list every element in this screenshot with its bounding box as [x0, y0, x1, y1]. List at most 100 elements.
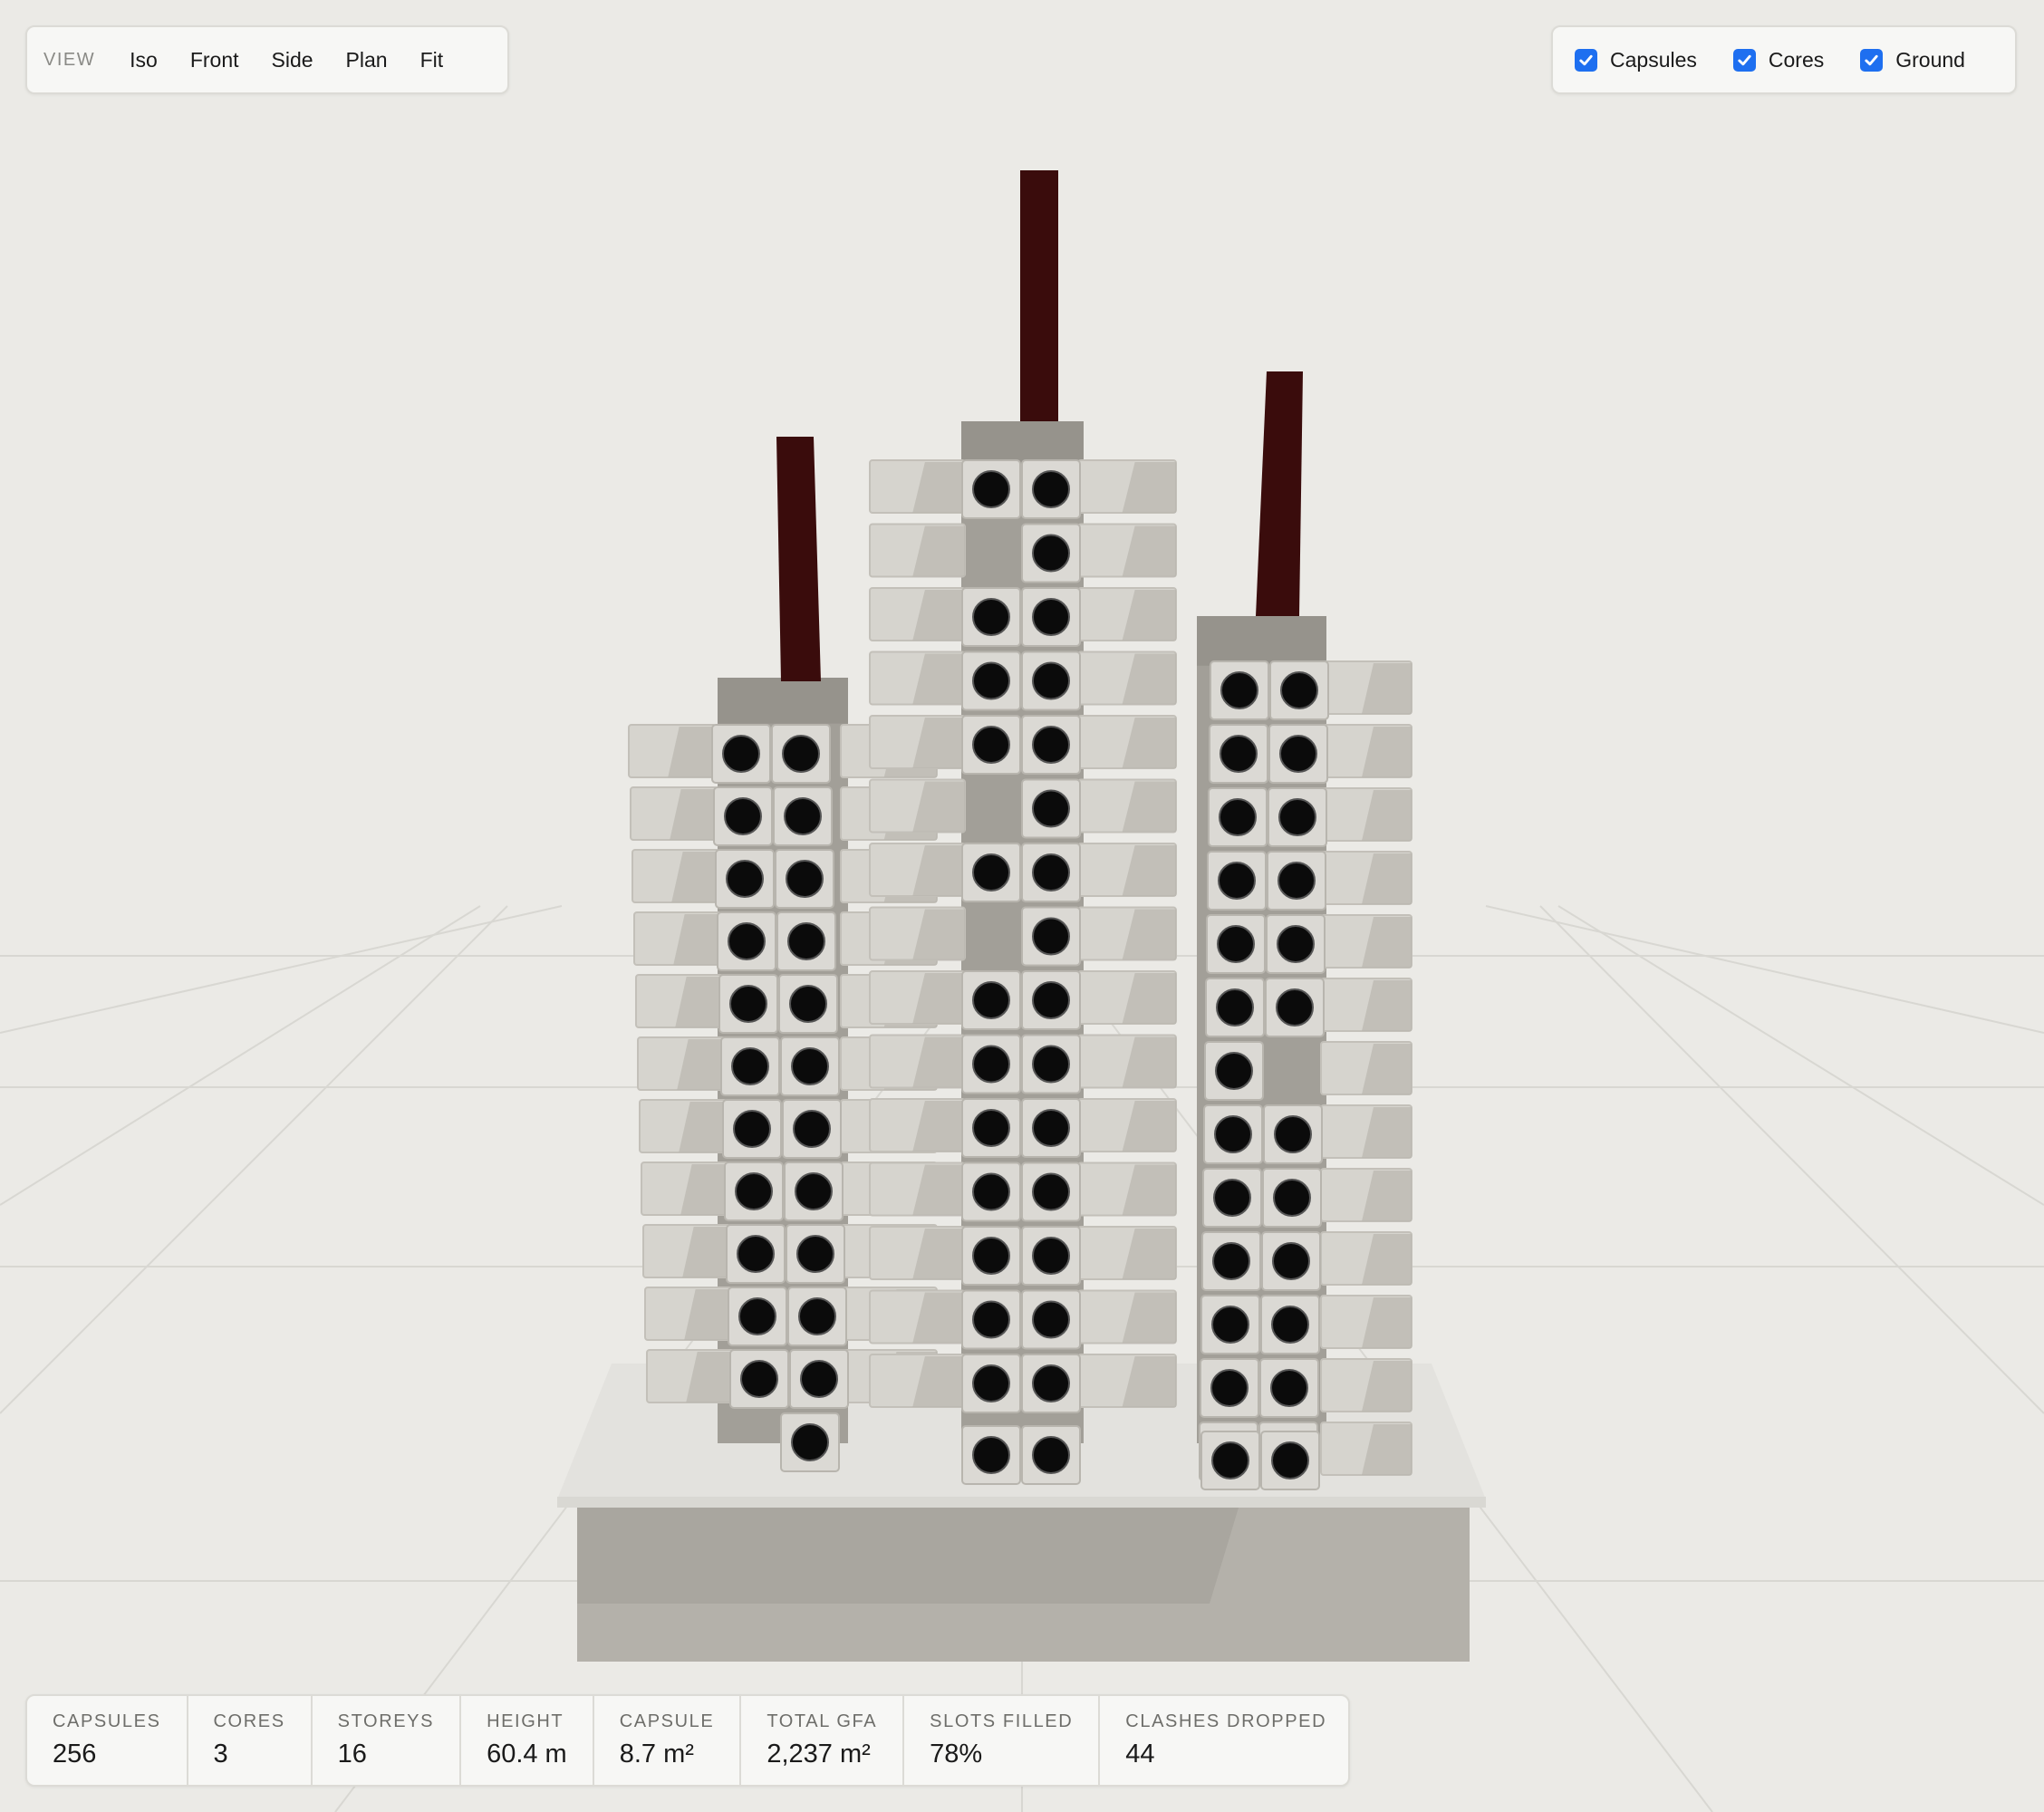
porthole-icon [972, 1109, 1010, 1147]
porthole-icon [1278, 862, 1316, 900]
porthole-icon [1273, 1179, 1311, 1217]
porthole-icon [1032, 726, 1070, 764]
stat-capsules: CAPSULES 256 [27, 1696, 188, 1785]
stat-value: 78% [930, 1740, 983, 1769]
porthole-icon [1032, 661, 1070, 700]
stats-bar: CAPSULES 256 CORES 3 STOREYS 16 HEIGHT 6… [25, 1694, 1350, 1787]
checkbox-ground[interactable] [1860, 48, 1884, 72]
stat-storeys: STOREYS 16 [313, 1696, 462, 1785]
porthole-icon [738, 1297, 776, 1335]
porthole-icon [1278, 798, 1316, 836]
grid-line [1557, 905, 2044, 1206]
plinth-edge [557, 1497, 1486, 1508]
stat-value: 8.7 m² [619, 1740, 694, 1769]
view-front-button[interactable]: Front [179, 41, 250, 80]
porthole-icon [972, 981, 1010, 1019]
checkbox-cores[interactable] [1732, 48, 1756, 72]
porthole-icon [1274, 1115, 1312, 1153]
porthole-icon [1032, 853, 1070, 892]
porthole-icon [793, 1110, 831, 1148]
porthole-icon [972, 853, 1010, 892]
porthole-icon [1218, 862, 1256, 900]
stat-value: 44 [1125, 1740, 1155, 1769]
porthole-icon [1211, 1441, 1249, 1479]
toggle-cores[interactable]: Cores [1732, 48, 1824, 72]
view-side-button[interactable]: Side [261, 41, 324, 80]
porthole-icon [1216, 988, 1254, 1026]
core-cap [1197, 616, 1326, 666]
stat-cores: CORES 3 [188, 1696, 313, 1785]
porthole-icon [972, 470, 1010, 508]
porthole-icon [972, 661, 1010, 700]
porthole-icon [786, 860, 824, 898]
view-label: VIEW [43, 49, 96, 70]
grid-line [0, 905, 508, 1414]
porthole-icon [972, 1237, 1010, 1275]
toggle-ground[interactable]: Ground [1860, 48, 1965, 72]
porthole-icon [782, 735, 820, 773]
porthole-icon [1032, 534, 1070, 573]
porthole-icon [972, 1436, 1010, 1474]
porthole-icon [731, 1047, 769, 1085]
porthole-icon [1211, 1306, 1249, 1344]
grid-line [0, 905, 563, 1034]
spire-center [1020, 170, 1058, 421]
view-plan-button[interactable]: Plan [335, 41, 399, 80]
checkbox-capsules[interactable] [1575, 48, 1597, 72]
porthole-icon [1032, 789, 1070, 828]
view-fit-button[interactable]: Fit [410, 41, 455, 80]
grid-line [1485, 905, 2044, 1034]
porthole-icon [791, 1047, 829, 1085]
porthole-icon [798, 1297, 836, 1335]
porthole-icon [724, 797, 762, 835]
stat-capsule-area: CAPSULE 8.7 m² [594, 1696, 742, 1785]
porthole-icon [1279, 735, 1317, 773]
stat-total-gfa: TOTAL GFA 2,237 m² [741, 1696, 905, 1785]
porthole-icon [1032, 981, 1070, 1019]
stat-value: 60.4 m [487, 1740, 567, 1769]
porthole-icon [735, 1172, 773, 1210]
stat-label: CLASHES DROPPED [1125, 1711, 1327, 1731]
stat-value: 256 [53, 1740, 97, 1769]
porthole-icon [1277, 925, 1315, 963]
stat-label: STOREYS [337, 1711, 435, 1731]
porthole-icon [972, 598, 1010, 636]
spire-left [776, 437, 821, 681]
porthole-icon [1276, 988, 1314, 1026]
stat-label: CAPSULE [619, 1711, 715, 1731]
porthole-icon [1272, 1242, 1310, 1280]
porthole-icon [1271, 1441, 1309, 1479]
porthole-icon [1210, 1369, 1249, 1407]
porthole-icon [729, 985, 767, 1023]
stat-value: 3 [213, 1740, 228, 1769]
porthole-icon [1213, 1179, 1251, 1217]
porthole-icon [1271, 1306, 1309, 1344]
porthole-icon [740, 1360, 778, 1398]
porthole-icon [728, 922, 766, 960]
porthole-icon [784, 797, 822, 835]
porthole-icon [1032, 1172, 1070, 1211]
toggle-capsules-label: Capsules [1610, 47, 1697, 72]
layer-toggles: Capsules Cores Ground [1551, 25, 2017, 94]
stat-label: SLOTS FILLED [930, 1711, 1074, 1731]
view-toolbar: VIEW Iso Front Side Plan Fit [25, 25, 509, 94]
porthole-icon [733, 1110, 771, 1148]
toggle-ground-label: Ground [1895, 47, 1965, 72]
porthole-icon [1032, 1237, 1070, 1275]
porthole-icon [1217, 925, 1255, 963]
porthole-icon [972, 726, 1010, 764]
plinth-shade [577, 1508, 1239, 1604]
porthole-icon [1220, 735, 1258, 773]
porthole-icon [789, 985, 827, 1023]
stat-value: 16 [337, 1740, 367, 1769]
toggle-capsules[interactable]: Capsules [1575, 48, 1697, 72]
view-iso-button[interactable]: Iso [119, 41, 169, 80]
stat-slots-filled: SLOTS FILLED 78% [904, 1696, 1101, 1785]
stat-value: 2,237 m² [766, 1740, 871, 1769]
grid-line [0, 905, 481, 1206]
porthole-icon [1270, 1369, 1308, 1407]
porthole-icon [1212, 1242, 1250, 1280]
porthole-icon [1032, 1300, 1070, 1339]
stat-label: HEIGHT [487, 1711, 564, 1731]
viewport-3d[interactable] [0, 0, 2044, 1812]
